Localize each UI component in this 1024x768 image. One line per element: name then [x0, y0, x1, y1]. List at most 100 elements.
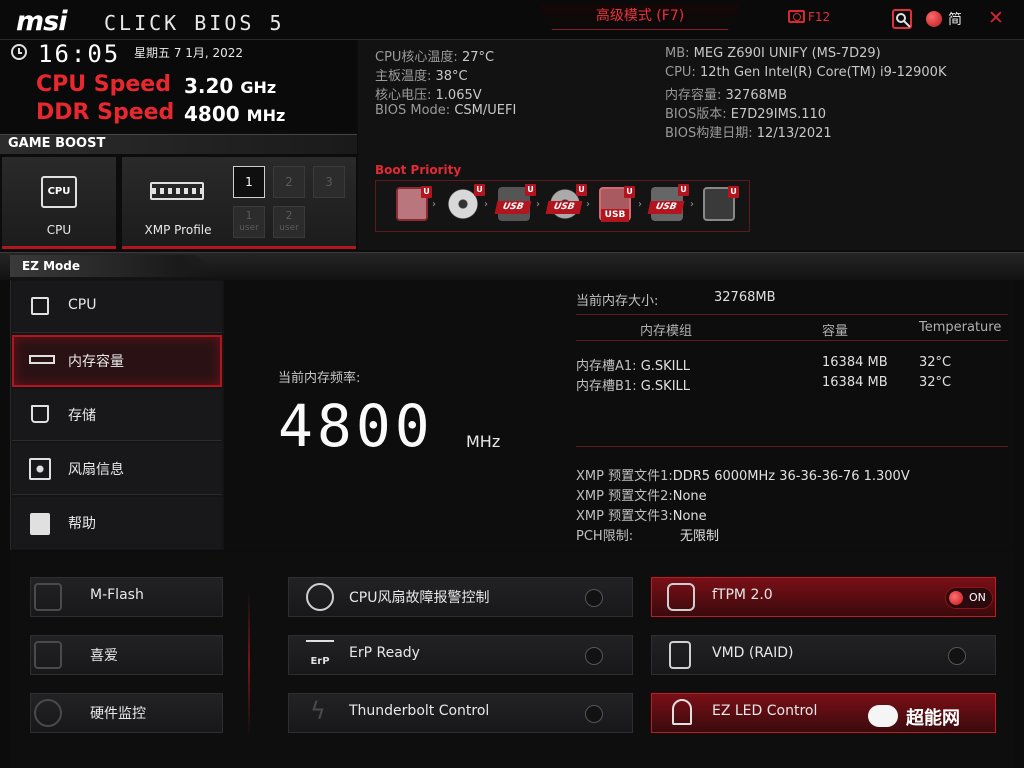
xmp-user-2-button[interactable]: 2 user [273, 206, 305, 238]
divider [576, 446, 1008, 447]
camera-icon [788, 10, 805, 23]
drive-icon [669, 641, 691, 669]
xmp-profile-3-button[interactable]: 3 [313, 166, 345, 198]
boot-arrow: › [690, 199, 694, 210]
cpu-model-row: CPU: 12th Gen Intel(R) Core(TM) i9-12900… [665, 65, 946, 80]
xmp-label: XMP 预置文件3: [576, 509, 673, 524]
xmp-profile-2-button[interactable]: 2 [273, 166, 305, 198]
ddr-speed-number: 4800 [184, 102, 240, 126]
slot-name: 内存槽A1: [576, 359, 637, 374]
uefi-badge: U [728, 186, 739, 198]
erp-ready-label: ErP Ready [349, 645, 420, 661]
clock-icon [11, 44, 27, 60]
watermark-text: 超能网 [906, 708, 960, 729]
ftpm-label: fTPM 2.0 [712, 587, 773, 603]
usb-tag: USB [545, 201, 583, 214]
advanced-mode-button[interactable]: 高级模式 (F7) [540, 4, 740, 30]
user-profile-number: 2 [285, 209, 293, 222]
boot-arrow: › [586, 199, 590, 210]
close-icon[interactable]: ✕ [988, 7, 1004, 29]
msi-logo: msi [16, 6, 67, 37]
uefi-badge: U [678, 184, 689, 196]
nav-label-cpu: CPU [68, 297, 97, 313]
column-module: 内存模组 [640, 324, 693, 339]
xmp-user-1-button[interactable]: 1 user [233, 206, 265, 238]
slot-module: G.SKILL [640, 359, 690, 374]
memory-frequency-label: 当前内存频率: [278, 371, 361, 386]
optical-disc-icon[interactable]: U [447, 184, 485, 221]
ftpm-toggle[interactable]: ON [945, 587, 993, 609]
usb-drive-icon[interactable]: U USB [494, 184, 536, 221]
usb-flash-icon [34, 583, 62, 611]
lock-icon [667, 583, 695, 611]
cpu-speed-number: 3.20 [184, 74, 234, 98]
usb-tag: USB [601, 209, 629, 222]
screenshot-label: F12 [808, 10, 831, 24]
cpu-fan-fail-warning-radio[interactable] [585, 589, 603, 607]
slot-name: 内存槽B1: [576, 379, 637, 394]
erp-ready-radio[interactable] [585, 647, 603, 665]
core-voltage-row: 核心电压: 1.065V [375, 84, 482, 103]
xmp-value: DDR5 6000MHz 36-36-36-76 1.300V [672, 469, 910, 484]
ddr-speed-label: DDR Speed [36, 100, 175, 125]
vmd-raid-radio[interactable] [948, 647, 966, 665]
hdd-icon[interactable]: U [396, 186, 432, 221]
vmd-raid-button[interactable] [651, 635, 996, 675]
info-value: CSM/UEFI [454, 103, 517, 118]
search-button[interactable] [892, 9, 912, 29]
erp-icon: ErP [306, 640, 334, 667]
cpu-speed-label: CPU Speed [36, 72, 171, 97]
cpu-chip-icon: CPU [41, 176, 77, 208]
fan-icon [29, 458, 51, 480]
mb-row: MB: MEG Z690I UNIFY (MS-7D29) [665, 46, 881, 61]
erp-ready-button[interactable] [288, 635, 633, 675]
ez-led-control-label: EZ LED Control [712, 703, 818, 719]
usb-optical-icon[interactable]: U USB [545, 184, 587, 221]
info-value: 38°C [435, 69, 468, 84]
watermark: 超能网 [868, 704, 960, 730]
xmp-value: None [672, 489, 707, 504]
usb-floppy-icon[interactable]: U USB [647, 184, 689, 221]
globe-icon [926, 11, 942, 27]
usb-key-icon[interactable]: U USB [599, 186, 635, 222]
thunderbolt-icon: ϟ [310, 697, 326, 725]
xmp-profile-1-button[interactable]: 1 [233, 166, 265, 198]
board-temp-row: 主板温度: 38°C [375, 65, 468, 84]
game-boost-title: GAME BOOST [8, 136, 106, 151]
column-capacity: 容量 [822, 324, 849, 339]
ram-module-icon [150, 182, 204, 200]
network-icon[interactable]: U [703, 186, 739, 221]
screenshot-button[interactable]: F12 [788, 10, 830, 24]
game-boost-cpu-label: CPU [46, 223, 72, 237]
fan-warning-icon [306, 583, 334, 611]
info-value: 12th Gen Intel(R) Core(TM) i9-12900K [699, 65, 947, 80]
memory-icon [29, 355, 55, 364]
language-button[interactable]: 简 [926, 9, 962, 29]
language-label: 简 [948, 12, 962, 28]
info-label: 内存容量: [665, 88, 726, 103]
info-value: MEG Z690I UNIFY (MS-7D29) [693, 46, 881, 61]
user-profile-number: 1 [245, 209, 253, 222]
memory-frequency-unit: MHz [466, 432, 501, 451]
boot-arrow: › [638, 199, 642, 210]
bios-version-row: BIOS版本: E7D29IMS.110 [665, 103, 826, 122]
xmp-label: XMP 预置文件2: [576, 489, 673, 504]
thunderbolt-control-radio[interactable] [585, 705, 603, 723]
table-row: 内存槽B1: G.SKILL [576, 375, 690, 394]
uefi-badge: U [624, 186, 635, 198]
nav-label-fan: 风扇信息 [68, 462, 124, 478]
slot-capacity: 16384 MB [822, 375, 888, 390]
boot-arrow: › [484, 199, 488, 210]
nav-label-storage: 存储 [68, 408, 96, 424]
info-label: 主板温度: [375, 69, 436, 84]
cpu-speed-value: 3.20 GHz [184, 74, 276, 98]
xmp-row-3: XMP 预置文件3:None [576, 505, 707, 524]
info-value: 32768MB [725, 88, 788, 103]
nav-label-memory: 内存容量 [68, 354, 124, 370]
boot-arrow: › [432, 199, 436, 210]
led-icon [672, 699, 692, 725]
storage-icon [31, 405, 49, 423]
slot-capacity: 16384 MB [822, 355, 888, 370]
memory-size-value: 32768MB [714, 290, 776, 305]
uefi-badge: U [421, 186, 432, 198]
